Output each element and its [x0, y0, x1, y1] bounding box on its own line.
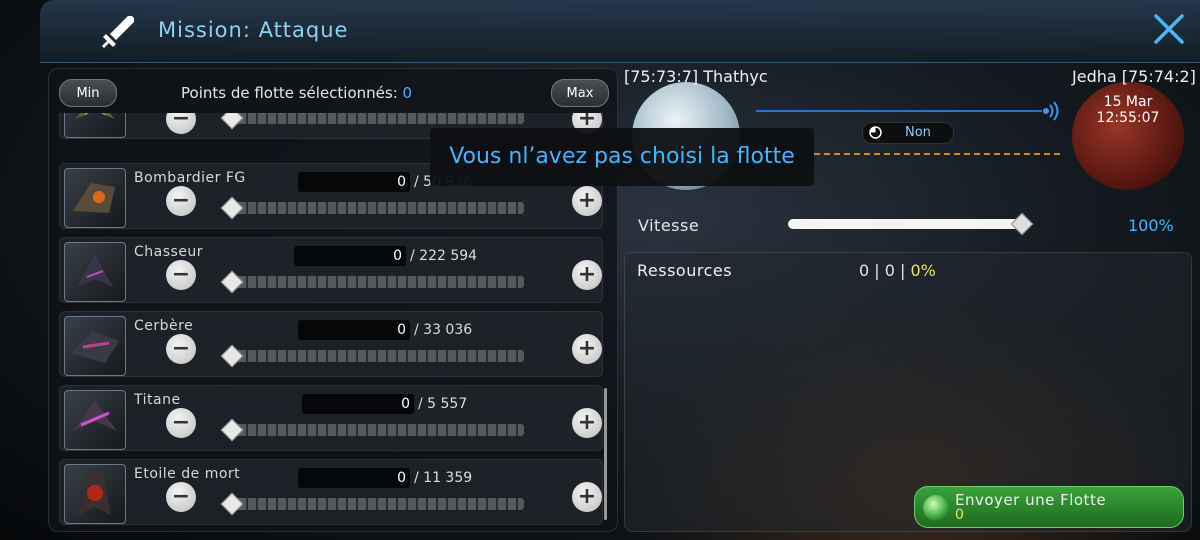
- fleet-list-scrollbar[interactable]: [604, 388, 607, 520]
- speed-slider-handle[interactable]: [1010, 212, 1034, 236]
- ship-thumbnail: [64, 390, 126, 450]
- ship-quantity-input[interactable]: 0: [298, 468, 410, 488]
- ship-row: Cerbère 0 / 33 036 − +: [59, 311, 603, 377]
- origin-coordinates: [75:73:7] Thathyc: [624, 67, 768, 86]
- clock-icon: [869, 126, 882, 139]
- ship-thumbnail: [64, 168, 126, 228]
- ship-available-count: / 33 036: [414, 322, 473, 338]
- return-toggle[interactable]: Non: [862, 122, 954, 144]
- arrival-clock: 12:55:07: [1096, 110, 1160, 126]
- destination-coordinates: Jedha [75:74:2]: [1072, 67, 1196, 86]
- quantity-slider-handle[interactable]: [220, 196, 244, 220]
- ship-row: Titane 0 / 5 557 − +: [59, 385, 603, 451]
- quantity-slider-track[interactable]: [228, 113, 524, 124]
- arrival-time: 15 Mar 12:55:07: [1092, 94, 1164, 126]
- decrease-button[interactable]: −: [166, 334, 196, 364]
- send-fleet-count: 0: [955, 507, 964, 523]
- increase-button[interactable]: +: [572, 334, 602, 364]
- ship-thumbnail: [64, 464, 126, 524]
- ship-quantity-input[interactable]: 0: [294, 246, 406, 266]
- quantity-slider-handle[interactable]: [220, 418, 244, 442]
- increase-button[interactable]: +: [572, 186, 602, 216]
- decrease-button[interactable]: −: [166, 113, 196, 134]
- fleet-points-label: Points de flotte sélectionnés: 0: [181, 84, 412, 102]
- min-button[interactable]: Min: [59, 79, 117, 107]
- ship-thumbnail: [64, 113, 126, 138]
- ship-name: Chasseur: [134, 244, 204, 260]
- send-fleet-button[interactable]: Envoyer une Flotte 0: [914, 486, 1184, 528]
- speed-label: Vitesse: [638, 216, 700, 235]
- max-button[interactable]: Max: [551, 79, 609, 107]
- send-fleet-label: Envoyer une Flotte: [955, 491, 1107, 509]
- resources-label: Ressources: [637, 261, 733, 280]
- ship-available-count: / 11 359: [414, 470, 473, 486]
- ship-available-count: / 222 594: [410, 248, 478, 264]
- close-icon[interactable]: [1150, 10, 1188, 48]
- ship-quantity-input[interactable]: 0: [302, 394, 414, 414]
- return-toggle-label: Non: [905, 125, 931, 140]
- mission-header: Mission: Attaque: [40, 0, 1200, 63]
- decrease-button[interactable]: −: [166, 260, 196, 290]
- quantity-slider-track[interactable]: [228, 498, 524, 510]
- increase-button[interactable]: +: [572, 408, 602, 438]
- fleet-points-text: Points de flotte sélectionnés:: [181, 84, 398, 102]
- decrease-button[interactable]: −: [166, 408, 196, 438]
- quantity-slider-handle[interactable]: [220, 113, 244, 130]
- signal-icon: [1043, 101, 1059, 121]
- ship-quantity-input[interactable]: 0: [298, 320, 410, 340]
- quantity-slider-track[interactable]: [228, 276, 524, 288]
- sword-icon: [102, 16, 134, 48]
- ship-row: Chasseur 0 / 222 594 − +: [59, 237, 603, 303]
- ship-name: Cerbère: [134, 318, 194, 334]
- quantity-slider-track[interactable]: [228, 350, 524, 362]
- quantity-slider-track[interactable]: [228, 424, 524, 436]
- quantity-slider-track[interactable]: [228, 202, 524, 214]
- quantity-slider-handle[interactable]: [220, 344, 244, 368]
- ship-quantity-input[interactable]: 0: [298, 172, 410, 192]
- quantity-slider-handle[interactable]: [220, 270, 244, 294]
- speed-slider-track[interactable]: [788, 219, 1024, 229]
- page-title: Mission: Attaque: [158, 18, 349, 42]
- return-route-line: [814, 153, 1060, 155]
- fleet-points-value: 0: [402, 84, 413, 102]
- resources-percent: 0%: [910, 261, 936, 280]
- decrease-button[interactable]: −: [166, 186, 196, 216]
- route-line: [756, 110, 1042, 112]
- ship-available-count: / 5 557: [418, 396, 468, 412]
- quantity-slider-handle[interactable]: [220, 492, 244, 516]
- ship-name: Titane: [134, 392, 181, 408]
- fleet-orb-icon: [923, 495, 949, 521]
- speed-value: 100%: [1128, 216, 1174, 235]
- ship-name: Bombardier FG: [134, 170, 246, 186]
- increase-button[interactable]: +: [572, 482, 602, 512]
- ship-name: Etoile de mort: [134, 466, 241, 482]
- ship-thumbnail: [64, 316, 126, 376]
- resources-amounts: 0 | 0 |: [859, 261, 906, 280]
- ship-row: Etoile de mort 0 / 11 359 − +: [59, 459, 603, 525]
- no-fleet-tooltip: Vous nl’avez pas choisi la flotte: [430, 128, 814, 186]
- arrival-date: 15 Mar: [1103, 94, 1153, 110]
- increase-button[interactable]: +: [572, 260, 602, 290]
- resources-values: 0 | 0 | 0%: [859, 261, 936, 280]
- decrease-button[interactable]: −: [166, 482, 196, 512]
- ship-thumbnail: [64, 242, 126, 302]
